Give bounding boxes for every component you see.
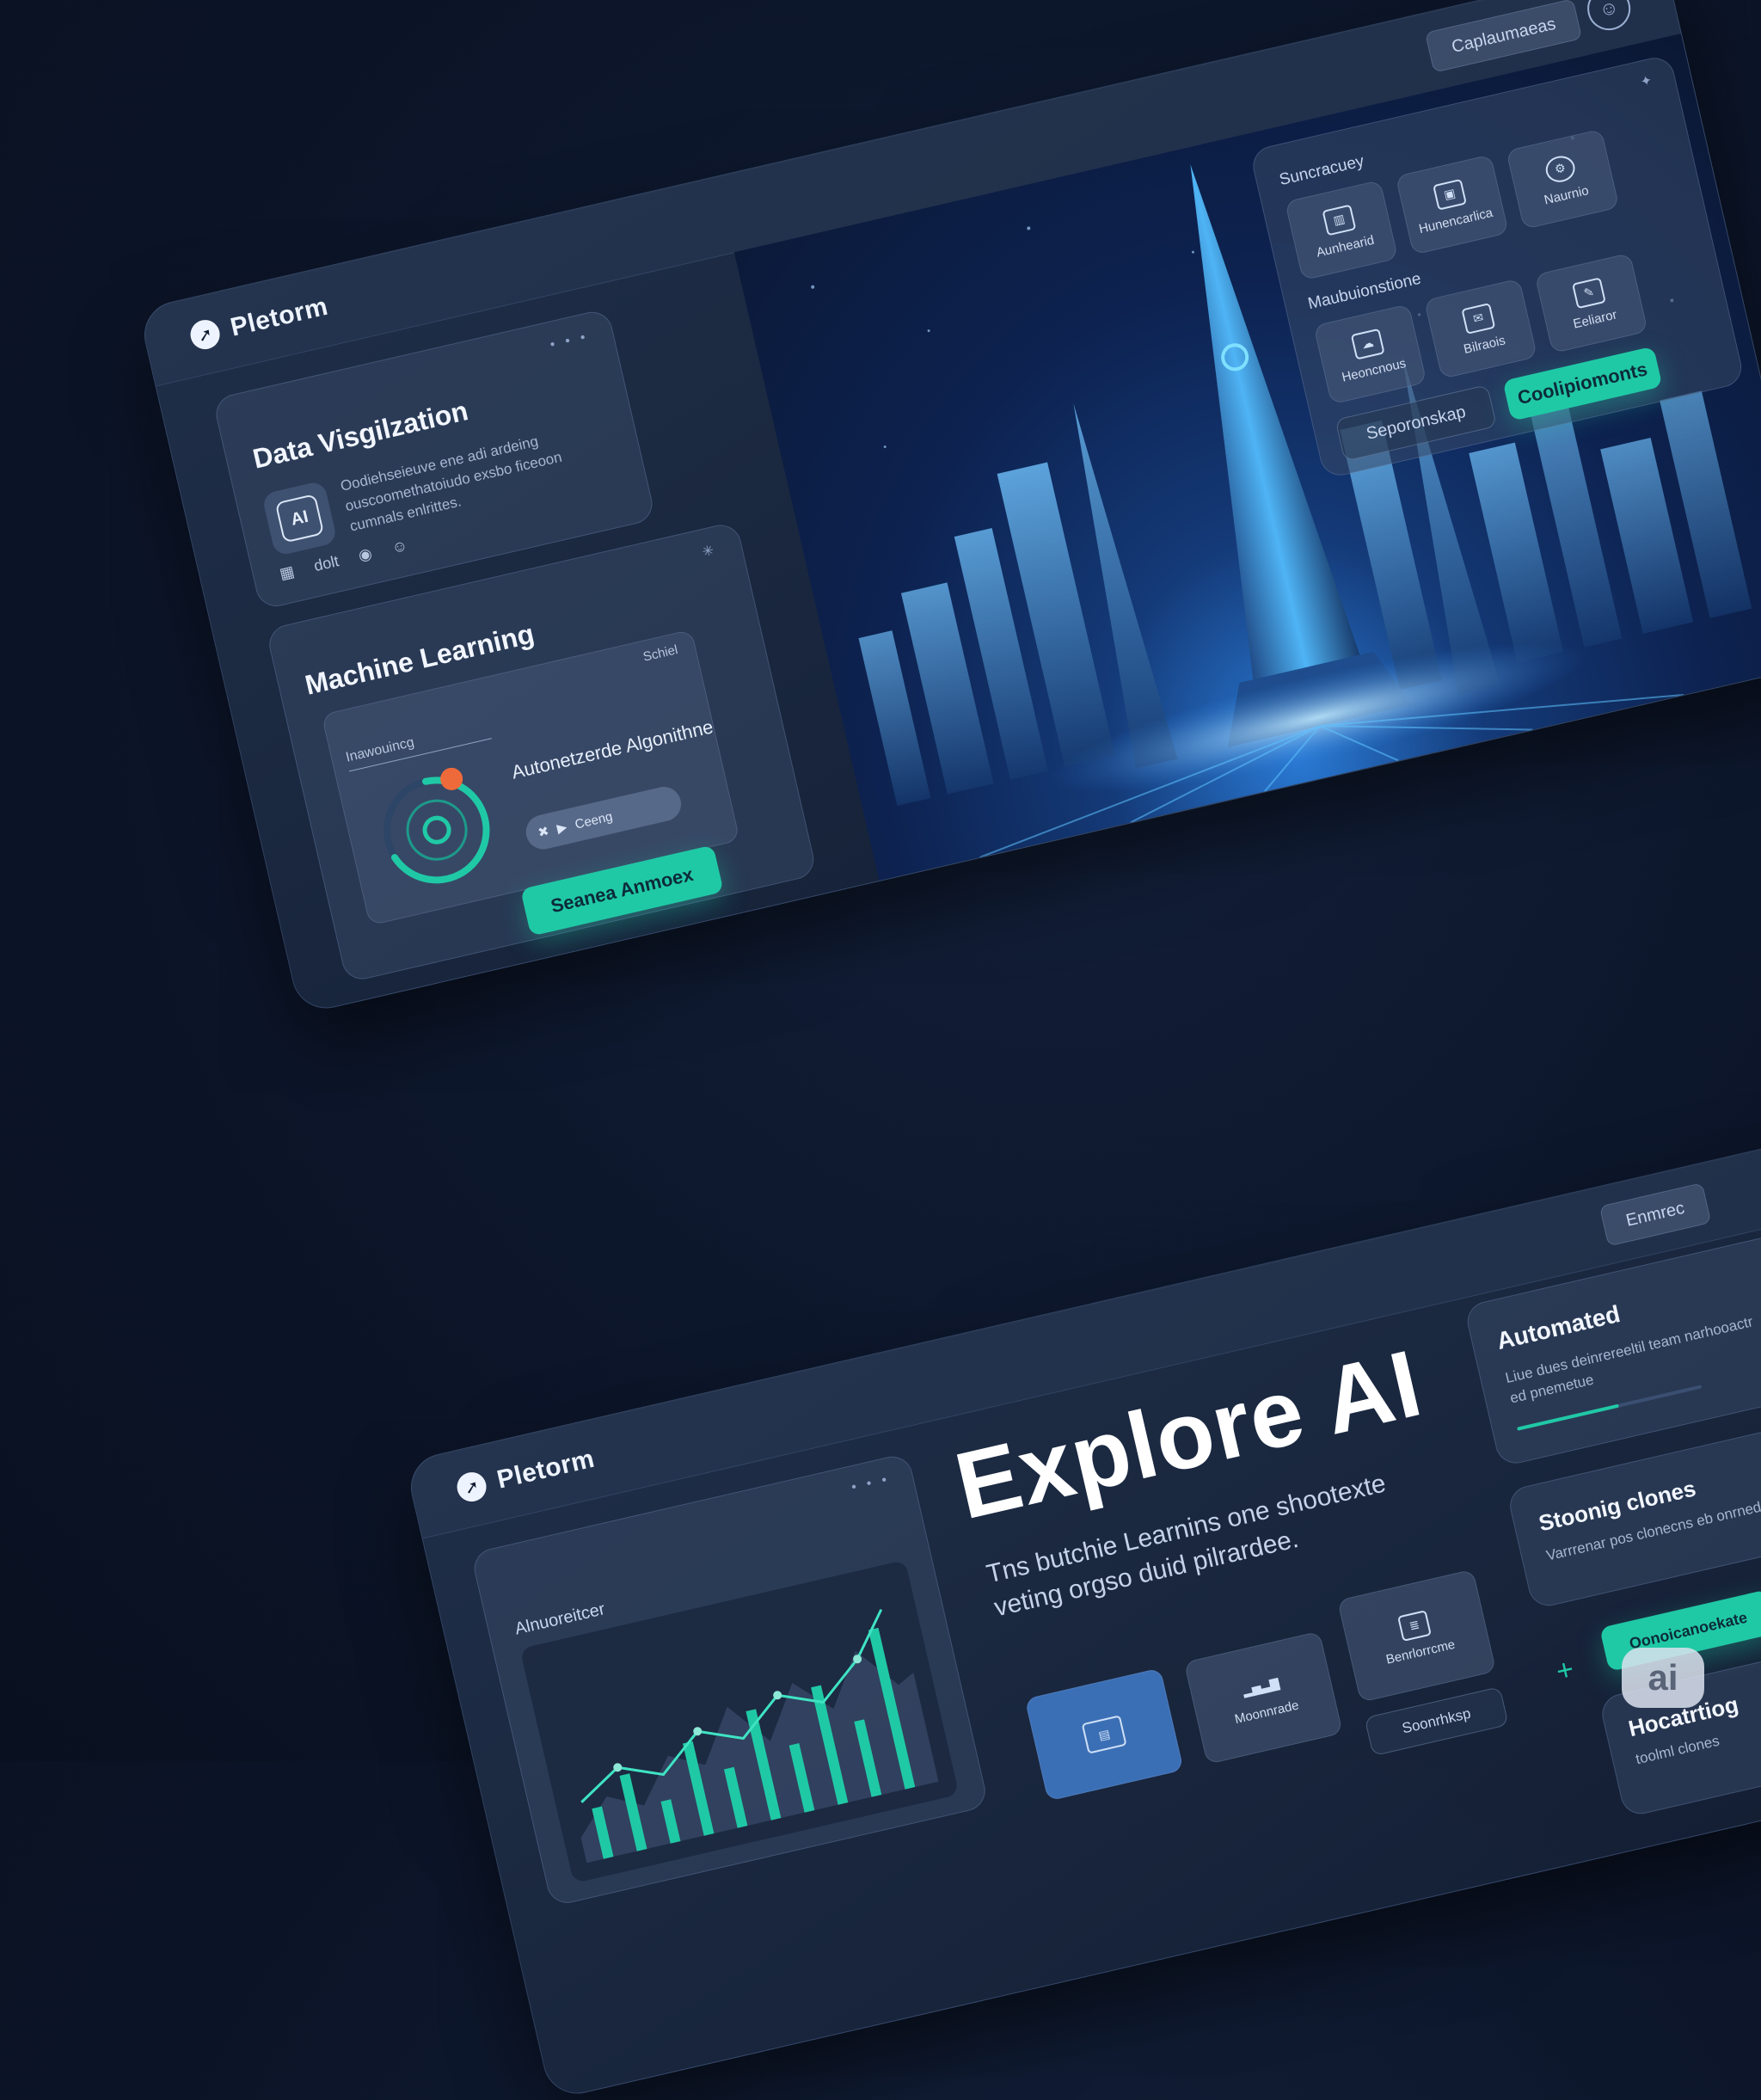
- automated-progress-fill: [1517, 1403, 1619, 1431]
- tile-editor[interactable]: ✎ Eeliaror: [1534, 252, 1648, 354]
- play-icon: ▶: [555, 820, 569, 837]
- tile-chat-label: Bilraois: [1462, 332, 1507, 357]
- add-icon[interactable]: +: [1553, 1653, 1577, 1689]
- top-dashboard-window: ➚ Pletorm Caplaumaeas ☺ 10 • • • Data Vi…: [138, 0, 1761, 1016]
- user-avatar[interactable]: ☺ 10: [1583, 0, 1635, 35]
- algorithm-control[interactable]: ✖ ▶ Ceeng: [522, 783, 685, 853]
- chart-card-menu-icon[interactable]: • • •: [850, 1472, 893, 1496]
- ai-chip-icon: AI: [274, 494, 325, 543]
- ai-badge: AI: [261, 480, 338, 557]
- equalizer-icon: ▂▅▃▇: [1241, 1675, 1281, 1698]
- logo-text: Pletorm: [227, 292, 331, 342]
- bottom-header-button[interactable]: Enmrec: [1598, 1182, 1712, 1247]
- logo-arrow-icon: ➚: [454, 1469, 489, 1505]
- tile-chart-label: Aunhearid: [1315, 232, 1376, 261]
- settings-icon: ⚙: [1543, 152, 1578, 185]
- comment-icon: ✎: [1571, 276, 1606, 309]
- smile-icon[interactable]: ☺: [390, 537, 410, 558]
- tile-workshop-button[interactable]: Soonrhksp: [1364, 1686, 1509, 1757]
- tile-cloud[interactable]: ☁ Heoncnous: [1313, 304, 1427, 405]
- logo-text-bottom: Pletorm: [494, 1444, 598, 1495]
- user-icon: ☺: [1597, 0, 1621, 21]
- tile-settings[interactable]: ⚙ Naurnio: [1506, 128, 1620, 230]
- tile-editor-label: Eeliaror: [1571, 306, 1619, 332]
- globe-icon[interactable]: ◉: [357, 544, 374, 565]
- tile-settings-label: Naurnio: [1543, 182, 1591, 207]
- tile-moonrade[interactable]: ▂▅▃▇ Moonnrade: [1183, 1630, 1343, 1765]
- ml-sub-action[interactable]: Schiel: [641, 642, 679, 665]
- algorithm-title: Autonetzerde Algonithne: [509, 715, 715, 783]
- expand-icon[interactable]: ✳: [701, 541, 719, 561]
- bottom-dashboard-window: ➚ Pletorm Enmrec • • • Alnuoreitcer Expl…: [404, 1133, 1761, 2100]
- calendar-icon[interactable]: ▦: [278, 562, 296, 583]
- analytics-chart-card: • • • Alnuoreitcer: [469, 1452, 990, 1907]
- platform-logo[interactable]: ➚ Pletorm: [187, 292, 331, 353]
- ai-watermark: ai: [1622, 1648, 1704, 1708]
- platform-logo-bottom[interactable]: ➚ Pletorm: [454, 1445, 598, 1505]
- document-icon: ≣: [1396, 1609, 1432, 1642]
- tile-document[interactable]: ≣ Benrlorrcme: [1337, 1569, 1497, 1703]
- tile-cloud-label: Heoncnous: [1340, 355, 1408, 385]
- tile-dashboard-active[interactable]: ▤: [1024, 1667, 1184, 1802]
- card-menu-icon[interactable]: • • •: [549, 329, 591, 353]
- shuffle-icon: ✖: [537, 824, 551, 841]
- tile-chart[interactable]: ▥ Aunhearid: [1285, 180, 1399, 281]
- logo-arrow-icon: ➚: [187, 316, 223, 353]
- progress-ring: [383, 767, 491, 884]
- bar-chart-icon: ▥: [1322, 204, 1357, 236]
- chat-icon: ✉: [1461, 302, 1496, 335]
- dashboard-icon: ▤: [1081, 1715, 1127, 1754]
- data-card-footer-text: dolt: [312, 552, 341, 575]
- tile-chat[interactable]: ✉ Bilraois: [1423, 278, 1538, 379]
- tile-moonrade-label: Moonnrade: [1233, 1697, 1301, 1727]
- cloud-icon: ☁: [1350, 328, 1385, 360]
- tile-document-label: Benrlorrcme: [1384, 1636, 1457, 1667]
- side-panel-menu-icon[interactable]: ✦: [1639, 71, 1657, 90]
- side-section1-title: Suncracuey: [1277, 152, 1366, 190]
- tile-media-label: Hunencarlica: [1417, 205, 1494, 236]
- tile-media[interactable]: ▣ Hunencarlica: [1395, 154, 1509, 255]
- media-icon: ▣: [1432, 178, 1467, 211]
- machine-learning-card: ✳ Machine Learning Schiel Inawouincg Aut…: [265, 520, 819, 984]
- algorithm-control-label: Ceeng: [573, 808, 614, 832]
